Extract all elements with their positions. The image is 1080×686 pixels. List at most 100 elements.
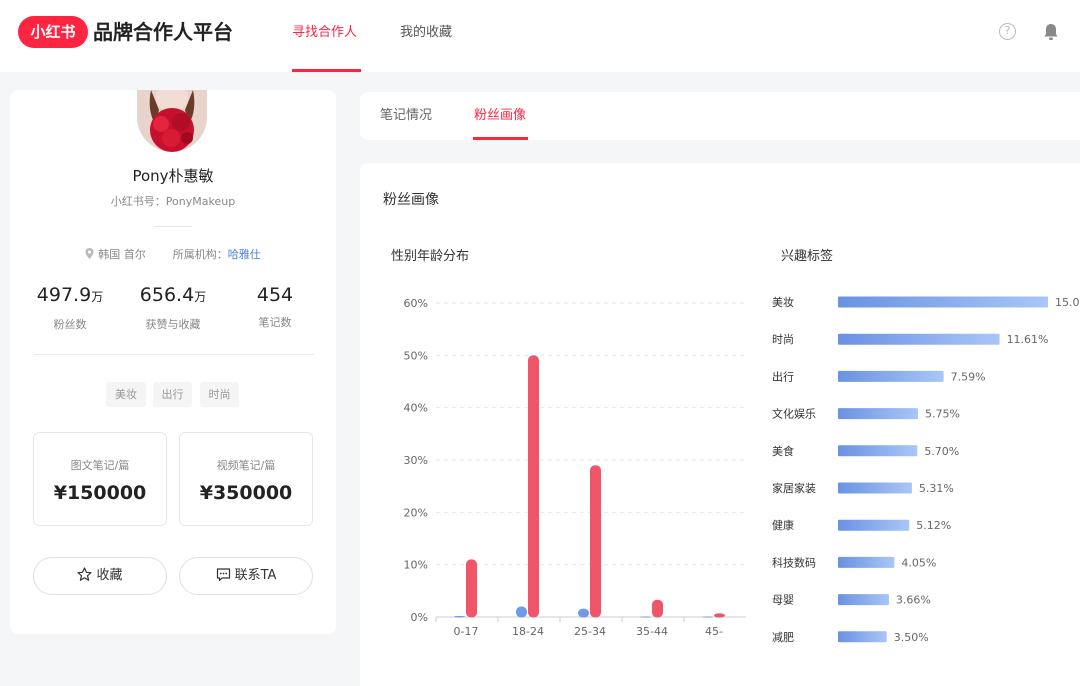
interest-bar[interactable] [838,370,944,382]
bar-female[interactable] [714,613,725,618]
interest-label: 健康 [772,518,794,532]
avatar[interactable] [137,90,207,152]
interest-tags-chart: 美妆 15.09% 时尚 11.61% 出行 7.59% 文化娱乐 5.75% 美食 5.70% 家… [772,296,1080,644]
interest-label: 减肥 [772,631,794,644]
interest-bar[interactable] [838,631,887,643]
interest-bar[interactable] [838,556,895,568]
stat-notes: 454 笔记数 [242,283,308,330]
interest-label: 出行 [772,369,794,383]
brand-title: 品牌合作人平台 [93,20,233,44]
tab-active-underline [473,137,528,140]
org-link[interactable]: 哈雅仕 [228,248,261,261]
y-tick-label: 20% [404,506,428,519]
y-tick-label: 30% [404,454,428,467]
question-circle-icon[interactable]: ? [999,23,1016,40]
interest-bar[interactable] [838,519,910,531]
divider [34,354,314,355]
interest-bar[interactable] [838,408,919,420]
y-tick-label: 0% [411,611,428,624]
profile-card: Pony朴惠敏 小红书号：PonyMakeup 韩国 首尔 所属机构：哈雅仕 4… [10,90,336,634]
price-label: 图文笔记/篇 [70,459,130,472]
x-tick-label: 35-44 [636,625,668,638]
bar-male[interactable] [702,616,713,618]
interest-bar[interactable] [838,445,918,457]
tag-chip: 出行 [153,382,192,407]
favorite-label: 收藏 [96,568,123,583]
bar-female[interactable] [652,599,663,618]
contact-label: 联系TA [234,568,277,583]
nav-tab-my-favorites[interactable]: 我的收藏 [400,24,452,42]
price-value: ¥350000 [199,482,293,504]
stat-label: 粉丝数 [53,318,87,331]
price-box-image-note: 图文笔记/篇 ¥150000 [33,432,167,526]
tag-chip: 时尚 [200,382,239,407]
bell-icon[interactable] [1042,22,1060,42]
interest-value-label: 5.70% [924,445,959,458]
fan-profile-panel: 粉丝画像 性别年龄分布 兴趣标签 0% 10% 20% 30% 40% 50% 60% 0-1… [360,163,1080,686]
contact-button[interactable]: 联系TA [179,557,313,595]
interest-value-label: 15.09% [1055,296,1080,309]
stat-unit: 万 [194,290,207,304]
stat-unit: 万 [91,290,104,304]
profile-id: 小红书号：PonyMakeup [110,195,236,208]
age-gender-chart: 0% 10% 20% 30% 40% 50% 60% 0-17 18-24 25-34 35-44 4… [404,297,746,638]
interest-label: 美妆 [772,296,794,309]
x-tick-label: 45- [705,625,723,638]
y-tick-label: 50% [404,349,428,362]
bar-male[interactable] [516,606,527,618]
section-title: 粉丝画像 [383,192,439,208]
top-header: 小红书 品牌合作人平台 寻找合作人 我的收藏 ? [0,0,1080,72]
divider [154,226,192,227]
profile-name: Pony朴惠敏 [132,167,214,185]
interest-value-label: 5.75% [925,408,960,421]
interest-bar[interactable] [838,333,1000,345]
price-value: ¥150000 [53,482,147,504]
logo[interactable]: 小红书 [18,16,88,48]
tab-note-status[interactable]: 笔记情况 [380,107,432,125]
interest-value-label: 5.12% [916,519,951,532]
y-tick-label: 60% [404,297,428,310]
bar-female[interactable] [466,559,477,618]
age-chart-title: 性别年龄分布 [391,249,470,264]
y-tick-label: 40% [404,402,428,415]
interest-value-label: 3.66% [896,594,931,607]
star-icon [77,567,93,581]
nav-tab-find-partner[interactable]: 寻找合作人 [292,24,357,42]
bar-male[interactable] [578,608,589,618]
y-tick-label: 10% [404,559,428,572]
interest-chart-title: 兴趣标签 [781,249,834,264]
x-tick-label: 0-17 [454,625,479,638]
interest-label: 母婴 [772,594,794,607]
interest-label: 家居家装 [772,481,816,495]
interest-bar[interactable] [838,482,912,494]
x-tick-label: 18-24 [512,625,544,638]
chat-icon [216,568,230,582]
location-row: 韩国 首尔 所属机构：哈雅仕 [10,246,336,262]
bar-female[interactable] [590,465,601,618]
interest-bar[interactable] [838,296,1048,308]
favorite-button[interactable]: 收藏 [33,557,167,595]
interest-label: 科技数码 [772,555,816,569]
stat-value: 656.4 [139,284,195,306]
price-box-video-note: 视频笔记/篇 ¥350000 [179,432,313,526]
interest-label: 时尚 [772,332,794,346]
interest-value-label: 3.50% [894,631,929,644]
stat-followers: 497.9万 粉丝数 [28,283,112,332]
bar-male[interactable] [640,616,651,618]
interest-value-label: 7.59% [951,370,986,383]
interest-label: 文化娱乐 [772,407,816,421]
content-tabs: 笔记情况 粉丝画像 [360,92,1080,140]
bar-female[interactable] [528,355,539,618]
x-tick-label: 25-34 [574,625,606,638]
interest-value-label: 5.31% [919,482,954,495]
bar-male[interactable] [454,615,465,618]
tab-fan-profile[interactable]: 粉丝画像 [474,107,526,125]
tag-chip: 美妆 [106,382,146,407]
interest-bar[interactable] [838,594,889,606]
interest-value-label: 11.61% [1007,333,1049,346]
org-label: 所属机构： [172,248,228,261]
stat-label: 笔记数 [258,316,292,329]
location-pin-icon [85,248,94,259]
nav-active-underline [292,69,361,72]
stat-value: 497.9 [36,284,92,306]
